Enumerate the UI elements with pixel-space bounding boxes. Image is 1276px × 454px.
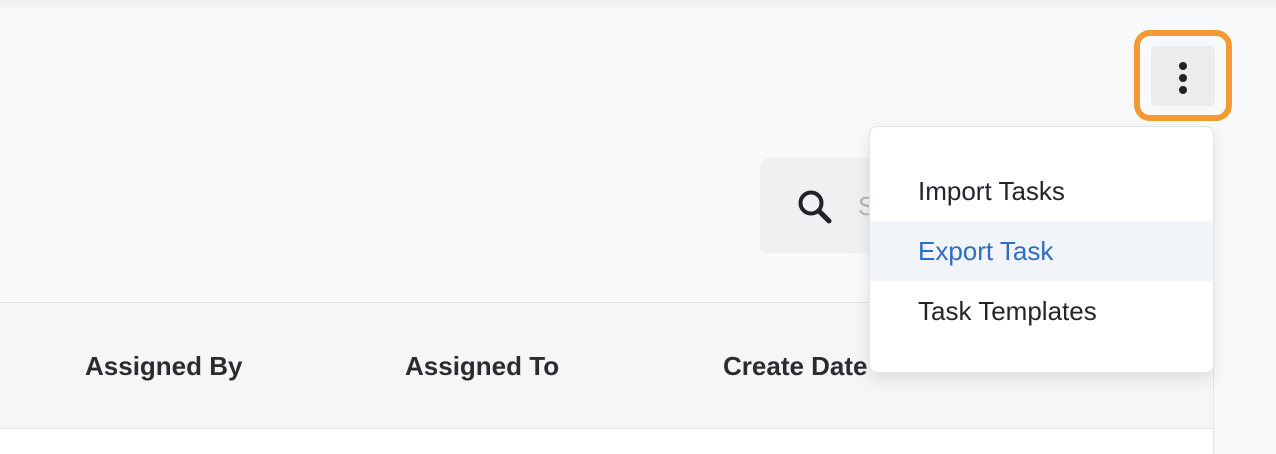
more-actions-highlight-outline: [1134, 30, 1232, 121]
more-actions-dropdown-menu: Import Tasks Export Task Task Templates: [869, 126, 1214, 373]
column-header-assigned-to[interactable]: Assigned To: [405, 351, 559, 382]
search-icon[interactable]: [795, 187, 835, 227]
header-shadow: [0, 0, 1276, 14]
menu-item-export-task[interactable]: Export Task: [870, 221, 1213, 281]
column-header-assigned-by[interactable]: Assigned By: [85, 351, 243, 382]
menu-item-task-templates[interactable]: Task Templates: [870, 281, 1213, 341]
column-header-create-date[interactable]: Create Date: [723, 351, 868, 382]
menu-item-import-tasks[interactable]: Import Tasks: [870, 161, 1213, 221]
